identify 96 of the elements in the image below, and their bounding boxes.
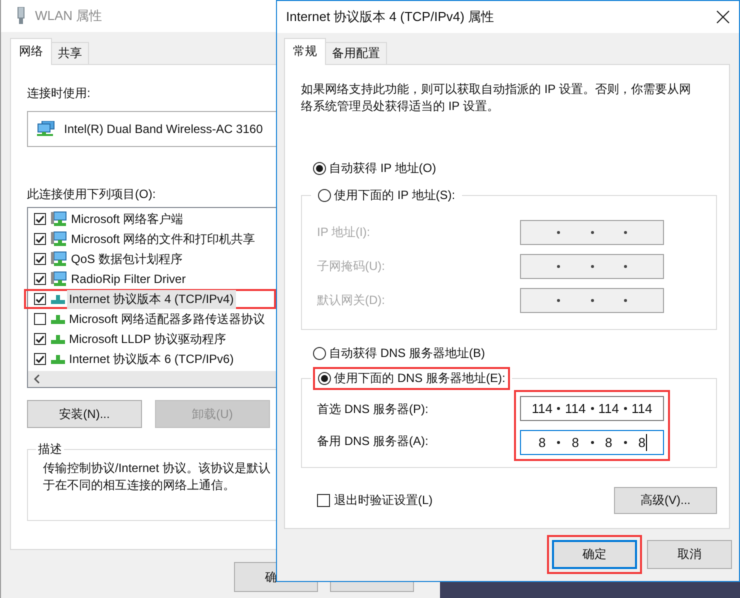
protocol-icon [51,334,65,344]
field-label: IP 地址(I): [317,224,370,240]
separator-dot [624,264,627,268]
separator-dot [624,298,627,302]
ip-address-field[interactable]: 114 114 114 114 [520,396,664,421]
address-octet: 8 [637,435,646,450]
protocol-icon [51,354,65,364]
window-title: Internet 协议版本 4 (TCP/IPv4) 属性 [286,8,496,26]
tab[interactable]: 常规 [284,38,326,65]
component-label: Microsoft 网络的文件和打印机共享 [70,230,256,248]
checkbox[interactable] [34,353,46,365]
description-text: 传输控制协议/Internet 协议。该协议是默认 [43,460,270,477]
separator-dot [624,407,627,410]
field-label: 备用 DNS 服务器(A): [317,432,428,450]
address-octet: 114 [564,401,587,416]
adapter-name: Intel(R) Dual Band Wireless-AC 3160 [64,122,263,136]
component-item[interactable]: Microsoft 网络适配器多路传送器协议 [24,309,276,329]
address-octet: 114 [597,401,620,416]
component-item[interactable]: Microsoft LLDP 协议驱动程序 [24,329,276,349]
dialog-button[interactable]: 取消 [647,540,732,569]
address-octet: 8 [570,435,580,450]
dns-mode-option[interactable]: 使用下面的 DNS 服务器地址(E): [313,367,510,390]
ip-address-field[interactable]: 8 8 8 8 [520,430,664,455]
component-label: Microsoft 网络客户端 [70,210,184,228]
checkbox[interactable] [34,253,46,265]
network-computer-icon [51,271,67,287]
separator-dot [557,230,560,234]
component-item[interactable]: Microsoft 网络的文件和打印机共享 [24,229,276,249]
items-label: 此连接使用下列项目(O): [27,186,156,203]
checkbox[interactable] [34,213,46,225]
advanced-button[interactable]: 高级(V)... [614,487,717,514]
connect-label: 连接时使用: [27,85,90,102]
group-title: 描述 [37,441,63,458]
component-item[interactable]: QoS 数据包计划程序 [24,249,276,269]
checkbox[interactable] [34,313,46,325]
separator-dot [557,264,560,268]
scroll-left-icon[interactable] [33,374,41,384]
dns-mode-option[interactable]: 自动获得 DNS 服务器地址(B) [308,342,490,365]
component-item[interactable]: Microsoft 网络客户端 [24,209,276,229]
list-action-button[interactable]: 安装(N)... [27,400,142,428]
network-computer-icon [51,231,67,247]
separator-dot [590,407,594,410]
separator-dot [590,264,594,268]
description-text: 于在不同的相互连接的网络上通信。 [43,477,235,494]
separator-dot [590,230,594,234]
component-item[interactable]: RadioRip Filter Driver [24,269,276,289]
component-item[interactable]: Internet 协议版本 6 (TCP/IPv6) [24,349,276,369]
tab[interactable]: 网络 [10,38,52,65]
component-item[interactable]: Internet 协议版本 4 (TCP/IPv4) [24,289,276,309]
separator-dot [557,298,560,302]
protocol-icon [51,294,65,304]
checkbox[interactable] [317,494,330,507]
option-label: 使用下面的 IP 地址(S): [334,187,456,204]
component-label: Microsoft 网络适配器多路传送器协议 [68,310,266,328]
ip-mode-option[interactable]: 使用下面的 IP 地址(S): [313,184,460,207]
component-label: QoS 数据包计划程序 [70,250,184,268]
window-title: WLAN 属性 [35,7,102,25]
component-label: RadioRip Filter Driver [70,271,187,287]
field-label: 默认网关(D): [317,292,385,308]
checkbox[interactable] [34,293,46,305]
component-label: Microsoft LLDP 协议驱动程序 [68,330,228,348]
adapter-icon [16,7,26,25]
option-label: 使用下面的 DNS 服务器地址(E): [334,370,506,387]
radio-button[interactable] [313,347,326,360]
radio-button[interactable] [318,189,331,202]
component-label: Internet 协议版本 4 (TCP/IPv4) [67,290,236,308]
separator-dot [557,441,560,444]
checkbox[interactable] [34,273,46,285]
separator-dot [624,441,627,444]
separator-dot [590,441,594,444]
address-octet: 114 [530,401,554,416]
address-octet: 8 [538,435,547,450]
close-icon[interactable] [716,10,730,24]
tab[interactable]: 备用配置 [325,42,387,65]
option-label: 自动获得 IP 地址(O) [329,160,436,177]
checkbox[interactable] [34,233,46,245]
separator-dot [557,407,560,410]
separator-dot [624,230,627,234]
radio-button[interactable] [318,372,331,385]
option-label: 自动获得 DNS 服务器地址(B) [329,345,485,362]
field-label: 子网掩码(U): [317,258,385,274]
network-computer-icon [51,251,67,267]
ip-mode-option[interactable]: 自动获得 IP 地址(O) [308,157,442,180]
network-computer-icon [51,211,67,227]
network-adapter-icon [37,121,55,137]
field-label: 首选 DNS 服务器(P): [317,401,428,418]
tab[interactable]: 共享 [51,42,89,65]
address-octet: 8 [604,435,614,450]
intro-text: 如果网络支持此功能，则可以获取自动指派的 IP 设置。否则，你需要从网络系统管理员处获得适当的 IP 设置。 [301,81,692,115]
radio-button[interactable] [313,162,326,175]
address-octet: 114 [630,401,654,416]
checkbox[interactable] [34,333,46,345]
dialog-button[interactable]: 确定 [552,540,637,569]
separator-dot [590,298,594,302]
component-label: Internet 协议版本 6 (TCP/IPv6) [68,350,235,368]
protocol-icon [51,314,65,324]
